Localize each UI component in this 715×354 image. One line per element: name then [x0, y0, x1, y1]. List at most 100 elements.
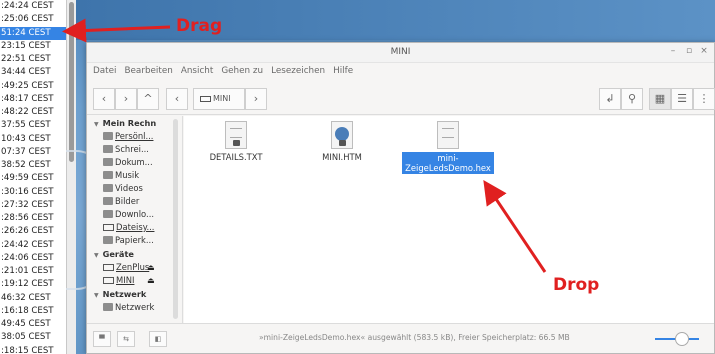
compact-view-button[interactable]: ⋮ [693, 88, 715, 110]
drive-icon [103, 277, 114, 284]
search-button[interactable]: ⚲ [621, 88, 643, 110]
sidebar-scrollbar[interactable] [173, 119, 178, 319]
time-list-row[interactable]: :30:16 CEST [0, 186, 66, 199]
menu-lesezeichen[interactable]: Lesezeichen [271, 66, 325, 76]
places-toggle-button[interactable]: ▀ [93, 331, 111, 347]
folder-icon [103, 197, 113, 205]
time-list-row[interactable]: :19:12 CEST [0, 278, 66, 291]
time-list-row[interactable]: 38:05 CEST [0, 331, 66, 344]
network-icon [103, 303, 113, 311]
time-list-row[interactable]: 23:15 CEST [0, 40, 66, 53]
menu-hilfe[interactable]: Hilfe [333, 66, 353, 76]
time-list-row[interactable]: 07:37 CEST [0, 146, 66, 159]
time-list-row[interactable]: 49:45 CEST [0, 318, 66, 331]
zoom-slider-handle[interactable] [675, 332, 689, 346]
section-geraete[interactable]: ▼ Geräte [87, 247, 182, 261]
sidebar-item-papierkorb[interactable]: Papierk... [87, 234, 182, 247]
time-list-row[interactable]: :27:32 CEST [0, 199, 66, 212]
time-list-row[interactable]: :24:24 CEST [0, 0, 66, 13]
window-title: MINI [390, 47, 411, 57]
menu-ansicht[interactable]: Ansicht [181, 66, 213, 76]
time-list-row[interactable]: :49:25 CEST [0, 80, 66, 93]
time-list-row[interactable]: :25:06 CEST [0, 13, 66, 26]
time-list-row[interactable]: 34:44 CEST [0, 66, 66, 79]
trash-icon [103, 236, 113, 244]
time-list-row[interactable]: :48:17 CEST [0, 93, 66, 106]
sidebar-item-dateisystem[interactable]: Dateisy... [87, 221, 182, 234]
menu-gehen-zu[interactable]: Gehen zu [221, 66, 263, 76]
drag-annotation: Drag [176, 16, 223, 36]
time-list-row[interactable]: 46:32 CEST [0, 292, 66, 305]
section-mein-rechner[interactable]: ▼ Mein Rechn [87, 116, 182, 130]
time-list-row[interactable]: :28:56 CEST [0, 212, 66, 225]
forward-button[interactable]: › [115, 88, 137, 110]
up-button[interactable]: ^ [137, 88, 159, 110]
sidebar-item-musik[interactable]: Musik [87, 169, 182, 182]
file-item-details[interactable]: DETAILS.TXT [188, 121, 284, 162]
desktop-top-area [76, 0, 715, 40]
text-file-icon [437, 121, 459, 149]
time-list: :24:24 CEST:25:06 CEST 51:24 CEST 23:15 CE… [0, 0, 66, 354]
drive-icon [200, 95, 211, 102]
path-button-mini[interactable]: MINI [193, 88, 245, 110]
drive-icon [103, 264, 114, 271]
time-list-row[interactable]: 10:43 CEST [0, 133, 66, 146]
sidebar-item-mini[interactable]: MINI ⏏ [87, 274, 182, 287]
open-terminal-button[interactable]: ↲ [599, 88, 621, 110]
icon-view-button[interactable]: ▦ [649, 88, 671, 110]
file-manager-window: MINI – ▫ × Datei Bearbeiten Ansicht Gehe… [86, 42, 715, 354]
drop-annotation: Drop [553, 275, 600, 295]
time-list-row[interactable]: 38:52 CEST [0, 159, 66, 172]
expand-icon: ▼ [94, 252, 99, 259]
toolbar: ‹ › ^ ‹ MINI › ↲ ⚲ ▦ ☰ ⋮ [87, 79, 715, 115]
back-button[interactable]: ‹ [93, 88, 115, 110]
home-folder-icon [103, 132, 113, 140]
file-view[interactable]: DETAILS.TXT MINI.HTM mini-ZeigeLedsDemo.… [184, 116, 714, 323]
path-next-button[interactable]: › [245, 88, 267, 110]
list-view-button[interactable]: ☰ [671, 88, 693, 110]
status-bar: ▀ ⇆ ◧ »mini-ZeigeLedsDemo.hex« ausgewähl… [87, 323, 714, 353]
scrollbar-thumb[interactable] [69, 2, 74, 162]
sidebar-item-netzwerk[interactable]: Netzwerk [87, 301, 182, 314]
eject-icon[interactable]: ⏏ [147, 274, 155, 287]
close-button[interactable]: × [697, 46, 711, 56]
sidebar-item-schreibtisch[interactable]: Schrei... [87, 143, 182, 156]
sidebar-item-dokumente[interactable]: Dokum... [87, 156, 182, 169]
section-netzwerk[interactable]: ▼ Netzwerk [87, 287, 182, 301]
filesystem-icon [103, 224, 114, 231]
file-item-hex[interactable]: mini-ZeigeLedsDemo.hex [400, 121, 496, 175]
sidebar-item-zenplus[interactable]: ZenPlus ⏏ [87, 261, 182, 274]
sidebar-item-downloads[interactable]: Downlo... [87, 208, 182, 221]
time-list-row[interactable]: :16:18 CEST [0, 305, 66, 318]
time-list-row[interactable]: 51:24 CEST [0, 26, 66, 40]
time-list-row[interactable]: 37:55 CEST [0, 119, 66, 132]
expand-icon: ▼ [94, 121, 99, 128]
sidebar: ▼ Mein Rechn Persönl... Schrei... Dokum..… [87, 116, 183, 323]
time-list-row[interactable]: :24:42 CEST [0, 239, 66, 252]
sidebar-item-bilder[interactable]: Bilder [87, 195, 182, 208]
minimize-button[interactable]: – [666, 46, 680, 56]
maximize-button[interactable]: ▫ [682, 46, 696, 56]
sidebar-item-persoenlich[interactable]: Persönl... [87, 130, 182, 143]
status-text: »mini-ZeigeLedsDemo.hex« ausgewählt (583… [259, 333, 570, 342]
time-list-row[interactable]: :24:06 CEST [0, 252, 66, 265]
html-file-icon [331, 121, 353, 149]
eject-icon[interactable]: ⏏ [147, 261, 155, 274]
text-file-locked-icon [225, 121, 247, 149]
file-item-mini-htm[interactable]: MINI.HTM [294, 121, 390, 162]
sidebar-item-videos[interactable]: Videos [87, 182, 182, 195]
time-list-row[interactable]: :49:59 CEST [0, 172, 66, 185]
time-list-row[interactable]: :26:26 CEST [0, 225, 66, 238]
tree-toggle-button[interactable]: ⇆ [117, 331, 135, 347]
titlebar[interactable]: MINI – ▫ × [87, 43, 714, 63]
file-name: MINI.HTM [322, 152, 362, 162]
folder-icon [103, 210, 113, 218]
time-list-row[interactable]: :48:22 CEST [0, 106, 66, 119]
time-list-row[interactable]: :18:15 CEST [0, 345, 66, 354]
sidebar-toggle-button[interactable]: ◧ [149, 331, 167, 347]
path-prev-button[interactable]: ‹ [166, 88, 188, 110]
time-list-row[interactable]: :21:01 CEST [0, 265, 66, 278]
menu-bearbeiten[interactable]: Bearbeiten [124, 66, 172, 76]
time-list-row[interactable]: 22:51 CEST [0, 53, 66, 66]
menu-datei[interactable]: Datei [93, 66, 116, 76]
